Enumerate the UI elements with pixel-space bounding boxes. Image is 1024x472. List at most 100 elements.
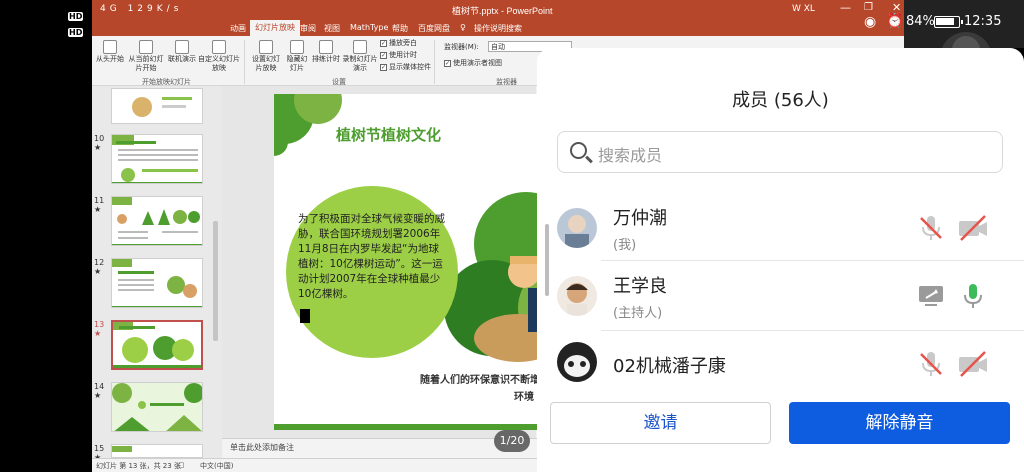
tab-animations[interactable]: 动画 <box>230 23 246 34</box>
page-indicator: 1/20 <box>494 430 530 452</box>
tab-mathtype[interactable]: MathType <box>350 23 388 32</box>
chk-presenter-view[interactable]: ✓ 使用演示者视图 <box>444 58 502 68</box>
mic-active-icon[interactable] <box>957 280 989 312</box>
tab-view[interactable]: 视图 <box>324 23 340 34</box>
slide-canvas: 植树节植树文化 为了积极面对全球气候变暖的威胁，联合国环境规划署2006年11月… <box>222 86 574 438</box>
setup-icon <box>259 40 273 54</box>
screen-share-icon[interactable] <box>915 280 947 312</box>
globe-icon <box>175 40 189 54</box>
setup-show-button[interactable]: 设置幻灯片放映 <box>250 40 282 73</box>
member-role: (主持人) <box>613 306 663 321</box>
thumbnail-scrollbar[interactable] <box>213 221 218 341</box>
member-divider <box>601 260 1024 261</box>
lightbulb-icon: ♀ <box>460 23 466 32</box>
camera-off-icon[interactable] <box>957 348 989 380</box>
search-placeholder: 搜索成员 <box>598 146 663 165</box>
carrier-label: W XL <box>792 4 815 14</box>
member-name: 万仲潮 <box>613 208 667 229</box>
avatar-image <box>557 342 597 382</box>
window-title: 植树节.pptx - PowerPoint <box>452 6 553 16</box>
member-row[interactable]: 万仲潮 (我) <box>537 194 1024 264</box>
slide-number-current: 13 ★ <box>94 320 105 338</box>
avatar <box>557 276 597 316</box>
hd-badge-2: HD <box>68 28 84 37</box>
custom-show-icon <box>212 40 226 54</box>
thumb-illustration <box>112 446 132 452</box>
tab-help[interactable]: 帮助 <box>392 23 408 34</box>
tab-slideshow[interactable]: 幻灯片放映 <box>250 20 300 36</box>
thumb-illustration <box>112 259 202 307</box>
phone-status-right: ◉ ⏰ 84% 12:35 <box>830 0 1024 40</box>
custom-show-button[interactable]: 自定义幻灯片放映 <box>198 40 240 73</box>
slide-title[interactable]: 植树节植树文化 <box>336 124 441 145</box>
slide-bottom-text-2[interactable]: 环境 <box>514 388 534 403</box>
hide-slide-button[interactable]: 隐藏幻灯片 <box>284 40 310 73</box>
thumb-illustration <box>132 97 192 117</box>
play-current-icon <box>139 40 153 54</box>
chk-narration[interactable]: ✓ 播放旁白 <box>380 38 417 48</box>
ribbon-divider-2 <box>434 40 435 84</box>
slide-thumb-14[interactable] <box>111 382 203 432</box>
slide-thumb-15[interactable] <box>111 444 203 458</box>
thumb-illustration <box>112 135 202 183</box>
member-search-input[interactable]: 搜索成员 <box>557 131 1003 173</box>
avatar-image <box>557 208 597 248</box>
thumb-illustration <box>112 197 202 245</box>
phone-status-left: HD HD <box>0 0 92 40</box>
invite-button[interactable]: 邀请 <box>550 402 771 444</box>
mic-muted-icon[interactable] <box>915 212 947 244</box>
slide-thumb-13[interactable] <box>111 320 203 370</box>
unmute-button[interactable]: 解除静音 <box>789 402 1010 444</box>
record-button[interactable]: 录制幻灯片演示 <box>342 40 378 73</box>
panel-title: 成员 (56人) <box>732 90 829 111</box>
member-row[interactable]: 王学良 (主持人) <box>537 262 1024 332</box>
search-icon <box>570 142 587 159</box>
camera-off-icon[interactable] <box>957 212 989 244</box>
member-name: 02机械潘子康 <box>613 356 726 377</box>
rehearse-button[interactable]: 排练计时 <box>312 40 340 64</box>
alarm-icon: ⏰ <box>886 13 904 29</box>
thumb-illustration <box>112 383 202 431</box>
slide-count-status: 幻灯片 第 13 张，共 23 张 <box>96 462 181 470</box>
language-status[interactable]: 中文(中国) <box>200 461 233 471</box>
hide-icon <box>290 40 304 54</box>
signal-speed: 4G 129K/s <box>100 4 183 14</box>
slide-number: 11 ★ <box>94 196 105 214</box>
mic-muted-icon[interactable] <box>915 348 947 380</box>
member-row[interactable]: 02机械潘子康 <box>537 332 1024 402</box>
tell-me-search[interactable]: 操作说明搜索 <box>474 23 522 34</box>
chk-timing[interactable]: ✓ 使用计时 <box>380 50 417 60</box>
spellcheck-icon[interactable]: ▢ <box>178 461 185 469</box>
battery-icon <box>934 16 963 28</box>
from-start-button[interactable]: 从头开始 <box>96 40 124 64</box>
tab-review[interactable]: 审阅 <box>300 23 316 34</box>
slide-number: 10 ★ <box>94 134 105 152</box>
slide-thumbnails: 10★ 11★ 12★ 13★ 14★ 15★ <box>92 86 222 462</box>
battery-percent: 84% <box>906 14 935 29</box>
text-cursor <box>300 309 310 323</box>
member-name: 王学良 <box>613 276 667 297</box>
member-role: (我) <box>613 238 637 253</box>
play-icon <box>103 40 117 54</box>
quick-access-toolbar[interactable]: 4G 129K/s <box>100 4 182 14</box>
slide-body-text[interactable]: 为了积极面对全球气候变暖的威胁，联合国环境规划署2006年11月8日在内罗毕发起… <box>298 212 448 302</box>
ribbon-tabs: 动画 幻灯片放映 审阅 视图 MathType 帮助 百度网盘 ♀ 操作说明搜索 <box>92 20 930 36</box>
avatar-image <box>557 276 597 316</box>
chk-media[interactable]: ✓ 显示媒体控件 <box>380 62 431 72</box>
slide-thumb-12[interactable] <box>111 258 203 308</box>
eye-icon: ◉ <box>864 14 877 30</box>
slide-thumb-10[interactable] <box>111 134 203 184</box>
members-panel: 成员 (56人) 搜索成员 万仲潮 (我) 王学良 (主持人) 02机械潘子康 … <box>537 48 1024 472</box>
slide-thumb-11[interactable] <box>111 196 203 246</box>
slide[interactable]: 植树节植树文化 为了积极面对全球气候变暖的威胁，联合国环境规划署2006年11月… <box>274 94 574 430</box>
clock: 12:35 <box>964 14 1002 29</box>
from-current-button[interactable]: 从当前幻灯片开始 <box>126 40 166 73</box>
screen: HD HD 4G 129K/s 植树节.pptx - PowerPoint W … <box>0 0 1024 472</box>
timer-icon <box>319 40 333 54</box>
hd-badge: HD <box>68 12 84 21</box>
slide-thumb-9[interactable] <box>111 88 203 124</box>
online-present-button[interactable]: 联机演示 <box>168 40 196 64</box>
tab-baidu[interactable]: 百度网盘 <box>418 23 450 34</box>
record-icon <box>353 40 367 54</box>
avatar <box>557 342 597 382</box>
